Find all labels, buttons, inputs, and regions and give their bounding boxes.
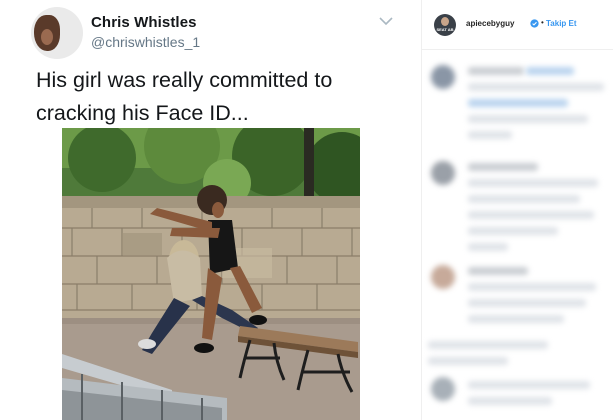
- separator-dot: •: [541, 18, 544, 27]
- comment-text-line: [468, 115, 588, 123]
- comment-text-line: [468, 299, 586, 307]
- comment-username: [468, 163, 538, 171]
- comment-text-line: [468, 99, 568, 107]
- comment-meta: [468, 131, 512, 139]
- tweet-text-line: cracking his Face ID...: [36, 101, 249, 125]
- tweet-media-photo[interactable]: [62, 128, 360, 420]
- comment-avatar: [431, 377, 455, 401]
- comment-text-line: [428, 341, 548, 349]
- comment-text-line: [468, 315, 564, 323]
- instagram-profile-avatar[interactable]: SEAT AB: [434, 14, 456, 36]
- avatar-skin: [41, 29, 53, 45]
- comment-text-line: [468, 179, 598, 187]
- comment-text-line: [468, 83, 604, 91]
- comment-meta: [428, 357, 508, 365]
- list-item: [422, 155, 613, 255]
- avatar-head: [441, 17, 449, 26]
- tweet-text: His girl was really committed to crackin…: [36, 64, 396, 130]
- comment-text-line: [468, 381, 590, 389]
- tweet-author-avatar[interactable]: [31, 7, 83, 59]
- comment-text-line: [468, 283, 596, 291]
- list-item: [422, 259, 613, 369]
- comment-text-line: [468, 397, 552, 405]
- tweet-author-name[interactable]: Chris Whistles: [91, 14, 197, 31]
- comment-text-line: [468, 195, 580, 203]
- list-item: [422, 373, 613, 420]
- park-scene-image: [62, 128, 360, 420]
- chevron-down-icon[interactable]: [379, 16, 393, 26]
- tweet-text-line: His girl was really committed to: [36, 68, 333, 92]
- embedded-tweet: Chris Whistles @chriswhistles_1 His girl…: [0, 0, 420, 420]
- comment-username: [468, 67, 524, 75]
- follow-button[interactable]: Takip Et: [546, 19, 577, 28]
- avatar-caption: SEAT AB: [436, 27, 454, 32]
- tweet-author-handle[interactable]: @chriswhistles_1: [91, 34, 200, 50]
- instagram-username[interactable]: apiecebyguy: [466, 19, 514, 28]
- comment-username: [468, 267, 528, 275]
- comment-mention: [526, 67, 574, 75]
- blurred-comments-list: [422, 51, 613, 420]
- comment-avatar: [431, 161, 455, 185]
- comment-avatar: [431, 265, 455, 289]
- comment-text-line: [468, 211, 594, 219]
- instagram-comments-panel: SEAT AB apiecebyguy • Takip Et: [422, 0, 613, 420]
- list-item: [422, 59, 613, 149]
- comment-text-line: [468, 227, 558, 235]
- comment-meta: [468, 243, 508, 251]
- verified-badge-icon: [530, 19, 539, 28]
- comment-avatar: [431, 65, 455, 89]
- instagram-post-header: SEAT AB apiecebyguy • Takip Et: [422, 0, 613, 50]
